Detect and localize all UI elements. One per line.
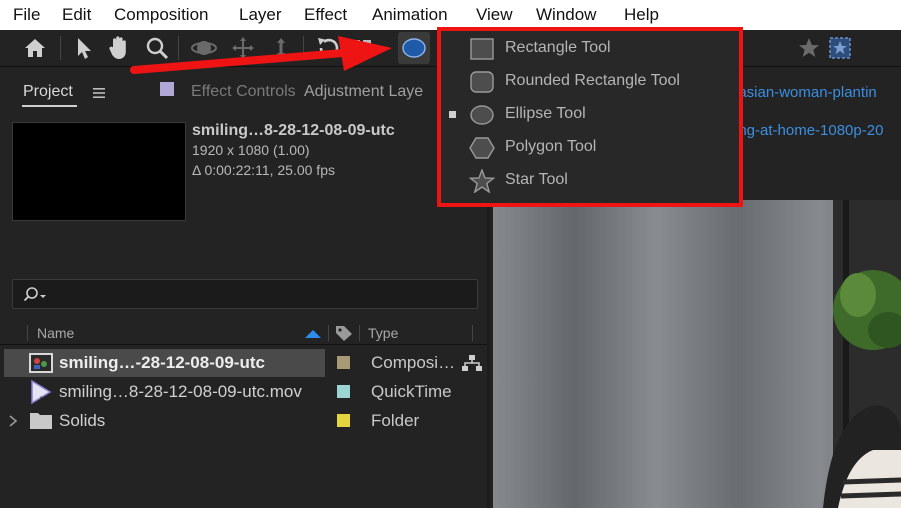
star-icon[interactable] [795, 34, 823, 62]
star-icon [469, 169, 495, 193]
item-resolution: 1920 x 1080 (1.00) [192, 142, 310, 158]
label-color-swatch [160, 82, 174, 96]
row-name: smiling…-28-12-08-09-utc [59, 353, 265, 372]
project-panel: Project Effect Controls Adjustment Laye … [0, 67, 487, 508]
row-label-color[interactable] [337, 414, 350, 427]
row-label-color[interactable] [337, 356, 350, 369]
row-name: Solids [59, 411, 106, 430]
tab-underline [22, 105, 77, 107]
selection-arrow-icon[interactable] [70, 34, 98, 62]
menu-effect[interactable]: Effect [304, 5, 347, 25]
tab-effect-controls[interactable]: Effect Controls [191, 83, 296, 101]
folder-icon [30, 413, 52, 429]
svg-text:MOV: MOV [40, 396, 53, 403]
item-name: smiling…8-28-12-08-09-utc [192, 122, 395, 139]
menu-item-label: Star Tool [505, 171, 568, 188]
tab-project[interactable]: Project [23, 83, 73, 101]
toolbar-divider [60, 36, 61, 60]
composition-subtitle: ing-at-home-1080p-20 [735, 122, 884, 139]
item-duration: Δ 0:00:22:11, 25.00 fps [192, 162, 335, 178]
snapping-icon[interactable] [826, 34, 854, 62]
row-type: Folder [371, 411, 420, 430]
menu-item-label: Ellipse Tool [505, 105, 586, 122]
hand-icon[interactable] [105, 34, 133, 62]
rectangle-icon [470, 38, 494, 60]
rounded-rectangle-icon [470, 71, 494, 93]
column-name[interactable]: Name [37, 325, 74, 341]
panel-menu-icon[interactable] [93, 86, 105, 98]
effect-controls-target: Adjustment Laye [304, 83, 424, 100]
menu-layer[interactable]: Layer [239, 5, 282, 25]
shape-tools-menu: Rectangle Tool Rounded Rectangle Tool El… [437, 27, 743, 207]
menu-composition[interactable]: Composition [114, 5, 209, 25]
menu-item-polygon-tool[interactable]: Polygon Tool [441, 131, 739, 164]
table-row[interactable]: smiling…-28-12-08-09-utc Composi… [0, 349, 487, 377]
menu-item-label: Rectangle Tool [505, 39, 611, 56]
menu-animation[interactable]: Animation [372, 5, 448, 25]
home-icon[interactable] [21, 34, 49, 62]
menu-item-label: Rounded Rectangle Tool [505, 72, 680, 89]
menu-item-star-tool[interactable]: Star Tool [441, 164, 739, 197]
composition-viewer[interactable] [493, 200, 901, 508]
flowchart-icon[interactable] [461, 354, 483, 372]
annotation-arrow [130, 36, 392, 74]
search-input[interactable] [12, 279, 478, 309]
table-row[interactable]: MOV smiling…8-28-12-08-09-utc.mov QuickT… [0, 378, 487, 406]
row-type: QuickTime [371, 382, 452, 401]
chevron-right-icon[interactable] [8, 415, 18, 427]
selected-indicator [449, 111, 456, 118]
menu-item-rounded-rectangle-tool[interactable]: Rounded Rectangle Tool [441, 65, 739, 98]
menu-bar: File Edit Composition Layer Effect Anima… [0, 0, 901, 30]
menu-file[interactable]: File [13, 5, 40, 25]
column-header-row: Name Type [0, 322, 487, 345]
composition-icon [29, 353, 53, 373]
row-type: Composi… [371, 353, 456, 372]
menu-help[interactable]: Help [624, 5, 659, 25]
label-tag-icon[interactable] [334, 324, 354, 342]
column-type[interactable]: Type [368, 325, 398, 341]
polygon-icon [469, 137, 495, 159]
row-name: smiling…8-28-12-08-09-utc.mov [59, 382, 302, 401]
row-label-color[interactable] [337, 385, 350, 398]
menu-window[interactable]: Window [536, 5, 596, 25]
table-row[interactable]: Solids Folder [0, 407, 487, 435]
menu-view[interactable]: View [476, 5, 513, 25]
video-frame-image [493, 200, 901, 508]
composition-tab-title[interactable]: g-asian-woman-plantin [725, 84, 877, 101]
menu-item-ellipse-tool[interactable]: Ellipse Tool [441, 98, 739, 131]
sort-ascending-icon[interactable] [304, 329, 322, 339]
item-thumbnail [12, 122, 186, 221]
menu-item-rectangle-tool[interactable]: Rectangle Tool [441, 32, 739, 65]
menu-edit[interactable]: Edit [62, 5, 91, 25]
search-icon [23, 287, 46, 302]
footage-icon: MOV [31, 380, 53, 404]
menu-item-label: Polygon Tool [505, 138, 597, 155]
ellipse-icon [470, 105, 494, 125]
